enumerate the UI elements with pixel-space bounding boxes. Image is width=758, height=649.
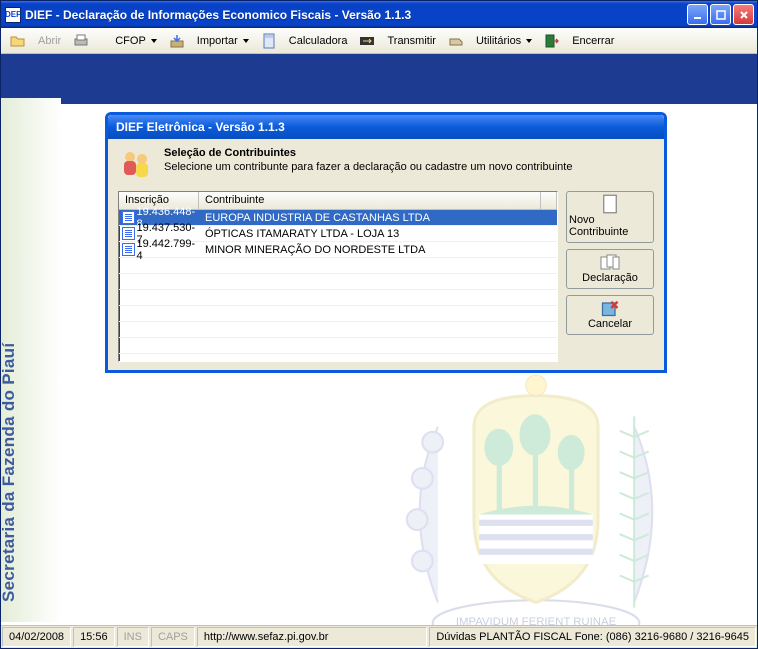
printer-icon: [73, 33, 89, 49]
dialog-subtitle: Selecione um contribunte para fazer a de…: [164, 161, 572, 173]
people-icon: [118, 147, 154, 183]
content-area: Secretaria da Fazenda do Piauí IMPAVIDUM…: [1, 54, 757, 648]
exit-icon: [544, 33, 560, 49]
col-spacer: [541, 192, 557, 209]
cancel-icon: [600, 300, 620, 316]
table-row[interactable]: [119, 338, 557, 354]
cancelar-button[interactable]: Cancelar: [566, 295, 654, 335]
transmitir-button[interactable]: Transmitir: [382, 33, 440, 49]
chevron-down-icon: [151, 39, 157, 43]
table-row[interactable]: [119, 274, 557, 290]
status-time: 15:56: [73, 627, 115, 647]
utilitarios-icon-button[interactable]: [443, 31, 469, 51]
transmit-icon: [359, 33, 375, 49]
importar-button[interactable]: Importar: [192, 33, 254, 49]
declaracao-button[interactable]: Declaração: [566, 249, 654, 289]
transmitir-icon-button[interactable]: [354, 31, 380, 51]
chevron-down-icon: [243, 39, 249, 43]
importar-icon-button[interactable]: [164, 31, 190, 51]
document-icon: [122, 243, 135, 256]
status-caps: CAPS: [151, 627, 195, 647]
chevron-down-icon: [526, 39, 532, 43]
novo-contribuinte-button[interactable]: Novo Contribuinte: [566, 191, 654, 243]
minimize-button[interactable]: [687, 4, 708, 25]
main-window: DEF DIEF - Declaração de Informações Eco…: [0, 0, 758, 649]
maximize-button[interactable]: [710, 4, 731, 25]
encerrar-button[interactable]: Encerrar: [567, 33, 619, 49]
abrir-label: Abrir: [33, 33, 66, 49]
import-icon: [169, 33, 185, 49]
document-icon: [122, 227, 135, 240]
app-icon: DEF: [5, 7, 21, 23]
calculator-icon: [261, 33, 277, 49]
table-row[interactable]: [119, 322, 557, 338]
status-date: 04/02/2008: [2, 627, 71, 647]
document-icon: [122, 211, 135, 224]
status-phone: Dúvidas PLANTÃO FISCAL Fone: (086) 3216-…: [429, 627, 756, 647]
coat-of-arms-icon: IMPAVIDUM FERIENT RUINAE 24 DE JANEIRO D…: [381, 344, 691, 648]
status-url: http://www.sefaz.pi.gov.br: [197, 627, 427, 647]
col-contribuinte[interactable]: Contribuinte: [199, 192, 541, 209]
table-row[interactable]: 19.442.799-4MINOR MINERAÇÃO DO NORDESTE …: [119, 242, 557, 258]
calculadora-icon-button[interactable]: [256, 31, 282, 51]
utilitarios-button[interactable]: Utilitários: [471, 33, 537, 49]
table-row[interactable]: [119, 290, 557, 306]
new-document-icon: [600, 196, 620, 212]
calculadora-button[interactable]: Calculadora: [284, 33, 353, 49]
cfop-button[interactable]: CFOP: [110, 33, 162, 49]
open-button[interactable]: [5, 31, 31, 51]
titlebar: DEF DIEF - Declaração de Informações Eco…: [1, 1, 757, 28]
org-vertical-title: Secretaria da Fazenda do Piauí: [1, 343, 19, 602]
statusbar: 04/02/2008 15:56 INS CAPS http://www.sef…: [1, 625, 757, 648]
window-title: DIEF - Declaração de Informações Economi…: [25, 8, 687, 22]
contribuintes-dialog: DIEF Eletrônica - Versão 1.1.3 Seleção d…: [105, 112, 667, 373]
contribuintes-list[interactable]: Inscrição Contribuinte 19.436.448-8EUROP…: [118, 191, 558, 362]
folder-open-icon: [10, 33, 26, 49]
print-button[interactable]: [68, 31, 94, 51]
dialog-heading: Seleção de Contribuintes: [164, 147, 296, 159]
toolbar: Abrir CFOP Importar Calculadora Transmit…: [1, 28, 757, 54]
table-row[interactable]: [119, 306, 557, 322]
status-ins: INS: [117, 627, 149, 647]
tools-icon: [448, 33, 464, 49]
close-button[interactable]: [733, 4, 754, 25]
dialog-title: DIEF Eletrônica - Versão 1.1.3: [108, 115, 664, 139]
content-banner: [1, 54, 757, 104]
encerrar-icon-button[interactable]: [539, 31, 565, 51]
documents-icon: [600, 254, 620, 270]
